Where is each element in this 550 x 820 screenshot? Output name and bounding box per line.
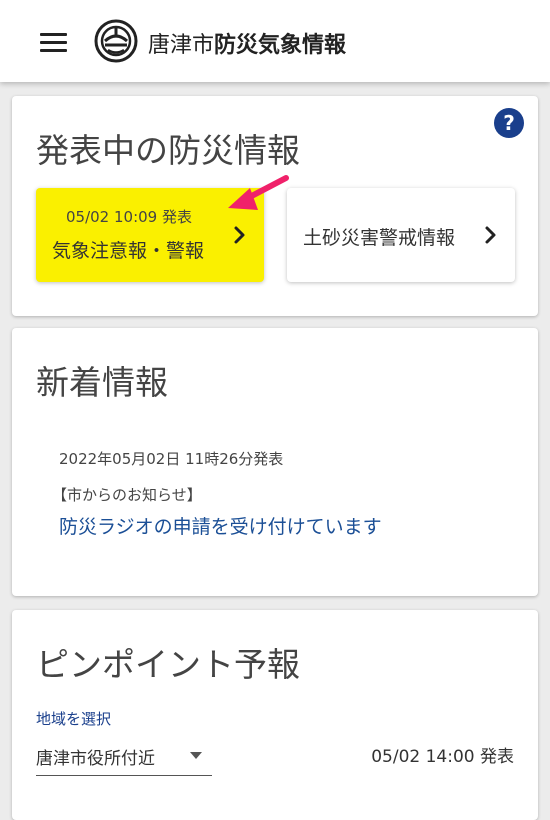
hamburger-menu-icon[interactable] bbox=[40, 24, 76, 60]
menu-line bbox=[40, 48, 67, 52]
sediment-disaster-tile[interactable]: 土砂災害警戒情報 bbox=[287, 188, 515, 282]
weather-warning-issued-time: 05/02 10:09 発表 bbox=[66, 208, 192, 226]
app-title-city: 唐津市 bbox=[148, 33, 215, 58]
pinpoint-heading: ピンポイント予報 bbox=[36, 645, 300, 684]
area-select-value: 唐津市役所付近 bbox=[36, 749, 155, 769]
app-bar: 唐津市防災気象情報 bbox=[0, 0, 550, 82]
app-title-main: 防災気象情報 bbox=[214, 33, 347, 58]
dropdown-arrow-icon bbox=[190, 752, 202, 759]
news-date: 2022年05月02日 11時26分発表 bbox=[59, 450, 284, 468]
news-link[interactable]: 防災ラジオの申請を受け付けています bbox=[59, 512, 382, 539]
weather-warning-label: 気象注意報・警報 bbox=[52, 240, 205, 262]
news-card: 新着情報 2022年05月02日 11時26分発表 【市からのお知らせ】 防災ラ… bbox=[12, 328, 538, 596]
help-circle-icon[interactable]: ? bbox=[494, 108, 524, 138]
menu-line bbox=[40, 40, 67, 44]
area-select-label: 地域を選択 bbox=[36, 710, 112, 728]
menu-line bbox=[40, 32, 67, 36]
news-heading: 新着情報 bbox=[36, 363, 168, 402]
forecast-issued-time: 05/02 14:00 発表 bbox=[371, 747, 514, 767]
sediment-disaster-label: 土砂災害警戒情報 bbox=[303, 227, 456, 249]
active-alerts-card: 発表中の防災情報 ? 05/02 10:09 発表 気象注意報・警報 土砂災害警… bbox=[12, 96, 538, 316]
active-alerts-heading: 発表中の防災情報 bbox=[36, 131, 300, 170]
chevron-right-icon bbox=[234, 226, 245, 244]
weather-warning-tile[interactable]: 05/02 10:09 発表 気象注意報・警報 bbox=[36, 188, 264, 282]
news-category: 【市からのお知らせ】 bbox=[52, 486, 202, 504]
chevron-right-icon bbox=[485, 226, 496, 244]
city-emblem-icon bbox=[94, 19, 138, 63]
app-title: 唐津市防災気象情報 bbox=[148, 27, 346, 59]
pinpoint-forecast-card: ピンポイント予報 地域を選択 唐津市役所付近 05/02 14:00 発表 bbox=[12, 610, 538, 820]
area-select[interactable]: 唐津市役所付近 bbox=[36, 734, 212, 776]
